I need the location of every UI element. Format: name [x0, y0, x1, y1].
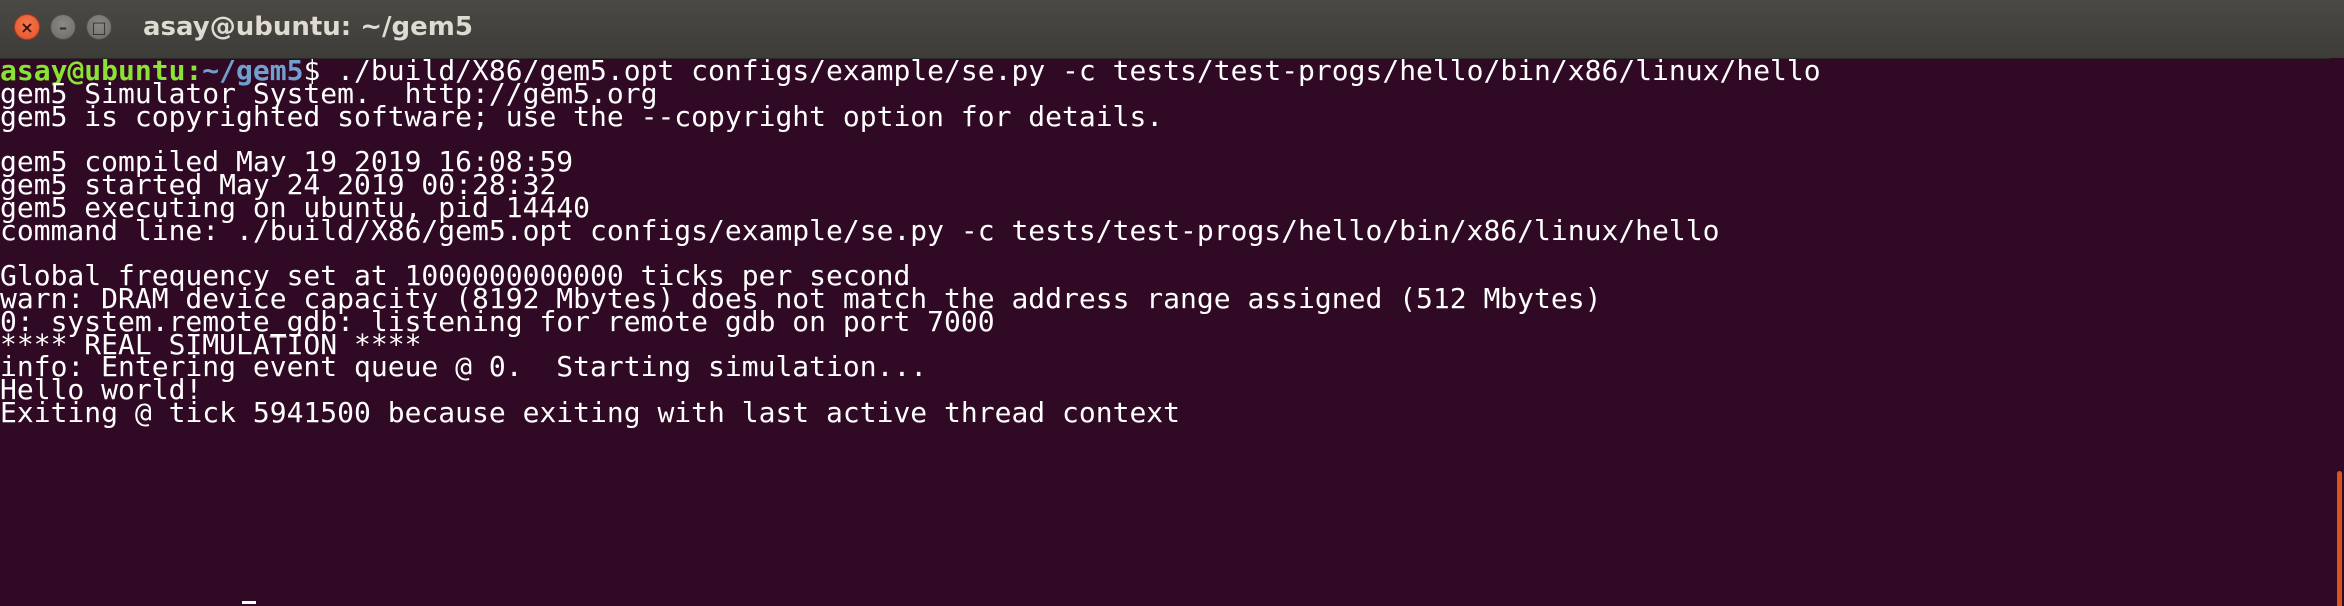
terminal-output[interactable]: asay@ubuntu:~/gem5$ ./build/X86/gem5.opt… [0, 54, 2330, 606]
scrollbar-thumb[interactable] [2337, 471, 2342, 606]
window-title: asay@ubuntu: ~/gem5 [143, 12, 473, 42]
minimize-icon[interactable]: – [50, 14, 76, 40]
close-icon[interactable]: × [14, 14, 40, 40]
output-line: gem5 is copyrighted software; use the --… [0, 99, 1164, 133]
title-bar[interactable]: × – □ asay@ubuntu: ~/gem5 [0, 0, 2344, 59]
terminal-window: × – □ asay@ubuntu: ~/gem5 asay@ubuntu:~/… [0, 0, 2344, 606]
text-cursor [242, 601, 256, 604]
output-line: command line: ./build/X86/gem5.opt confi… [0, 213, 1720, 247]
maximize-icon[interactable]: □ [86, 14, 112, 40]
output-line: Exiting @ tick 5941500 because exiting w… [0, 396, 1181, 429]
scrollbar[interactable] [2330, 58, 2344, 606]
